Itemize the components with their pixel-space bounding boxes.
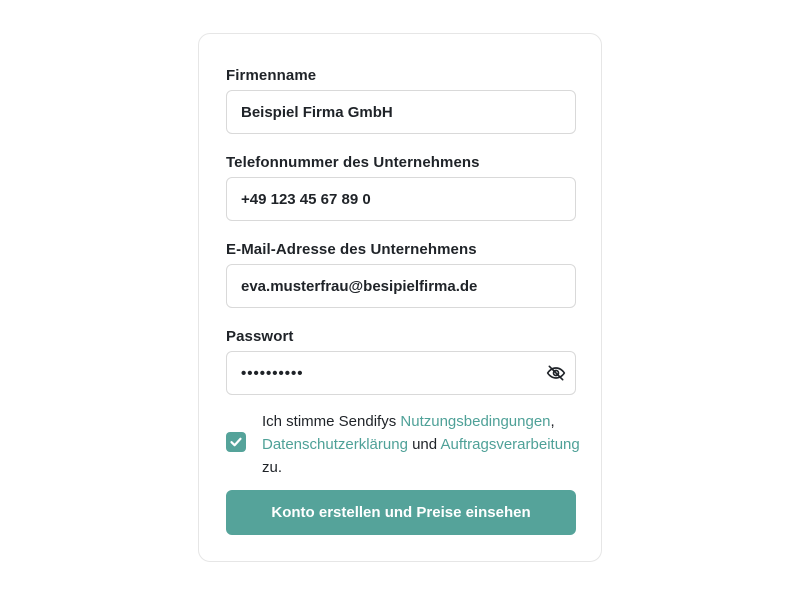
company-name-label: Firmenname [226,67,317,84]
create-account-button[interactable]: Konto erstellen und Preise einsehen [226,490,576,535]
password-field-wrapper [226,351,576,395]
password-input[interactable] [226,351,576,395]
consent-text: Ich stimme Sendifys Nutzungsbedingungen,… [262,410,582,479]
terms-link[interactable]: Nutzungsbedingungen [400,413,550,430]
consent-separator-2: und [407,436,441,453]
email-input[interactable] [226,264,576,308]
phone-label: Telefonnummer des Unternehmens [226,154,480,171]
phone-input[interactable] [226,177,576,221]
eye-off-icon[interactable] [546,363,566,383]
consent-checkbox[interactable] [226,432,246,452]
consent-text-before: Ich stimme Sendifys [262,413,401,430]
signup-card: Firmenname Telefonnummer des Unternehmen… [198,33,602,562]
privacy-link[interactable]: Datenschutzerklärung [262,436,408,453]
password-label: Passwort [226,328,294,345]
consent-text-after: zu. [262,459,283,476]
data-processing-link[interactable]: Auftragsverarbeitung [440,436,579,453]
email-label: E-Mail-Adresse des Unternehmens [226,241,477,258]
consent-separator-1: , [550,413,555,430]
company-name-input[interactable] [226,90,576,134]
consent-row: Ich stimme Sendifys Nutzungsbedingungen,… [226,410,580,480]
checkmark-icon [230,437,242,447]
